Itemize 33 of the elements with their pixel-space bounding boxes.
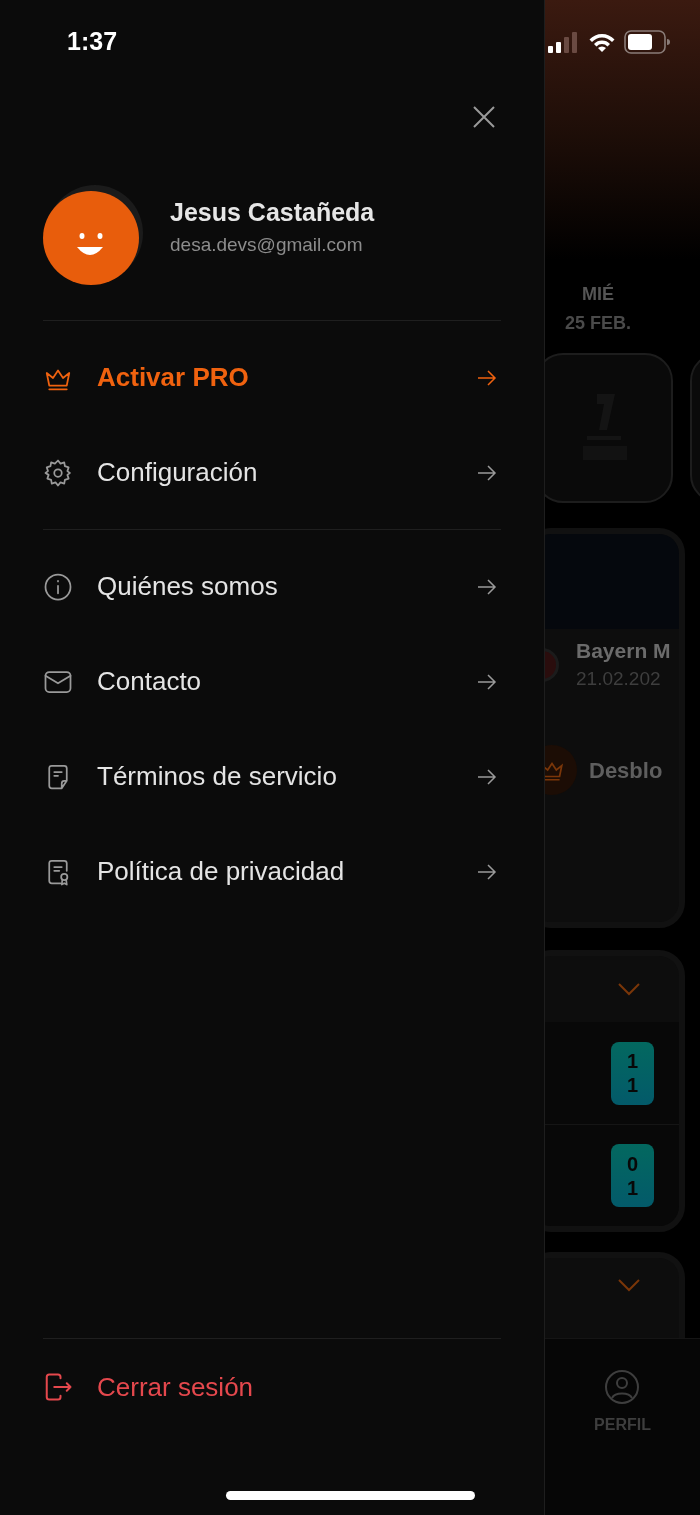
- date-label: 25 FEB.: [565, 312, 631, 335]
- close-icon: [472, 105, 496, 129]
- user-email: desa.devs@gmail.com: [170, 233, 364, 257]
- league-card[interactable]: [545, 353, 673, 503]
- arrow-right-icon: [477, 578, 497, 595]
- menu-item[interactable]: Política de privacidad: [43, 824, 501, 919]
- info-icon: [43, 571, 73, 602]
- arrow-right-icon: [477, 863, 497, 880]
- menu-item[interactable]: Quiénes somos: [43, 539, 501, 634]
- user-name: Jesus Castañeda: [170, 197, 375, 227]
- arrow-right-icon: [477, 464, 497, 481]
- logout-icon: [43, 1372, 73, 1402]
- menu-item[interactable]: Activar PRO: [43, 330, 501, 425]
- arrow-right-icon: [477, 369, 497, 386]
- status-time: 1:37: [67, 26, 118, 58]
- gear-icon: [43, 457, 73, 488]
- chevron-down-icon[interactable]: [617, 1278, 641, 1292]
- weekday-label: MIÉ: [582, 282, 614, 306]
- menu-item[interactable]: Términos de servicio: [43, 729, 501, 824]
- team-name: Bayern M: [576, 638, 671, 664]
- arrow-right-icon: [477, 768, 497, 785]
- menu-item[interactable]: Configuración: [43, 425, 501, 520]
- logout-button[interactable]: Cerrar sesión: [43, 1339, 501, 1435]
- menu-item[interactable]: Contacto: [43, 634, 501, 729]
- score-badge: 1 1: [611, 1041, 654, 1105]
- signal-icon: [548, 31, 580, 53]
- chevron-down-icon[interactable]: [617, 982, 641, 996]
- score-badge: 0 1: [611, 1144, 654, 1207]
- arrow-right-icon: [477, 673, 497, 690]
- battery-icon: [624, 30, 670, 54]
- promo-text: Desblo: [589, 756, 663, 785]
- user-icon: [604, 1369, 641, 1405]
- wifi-icon: [588, 31, 616, 53]
